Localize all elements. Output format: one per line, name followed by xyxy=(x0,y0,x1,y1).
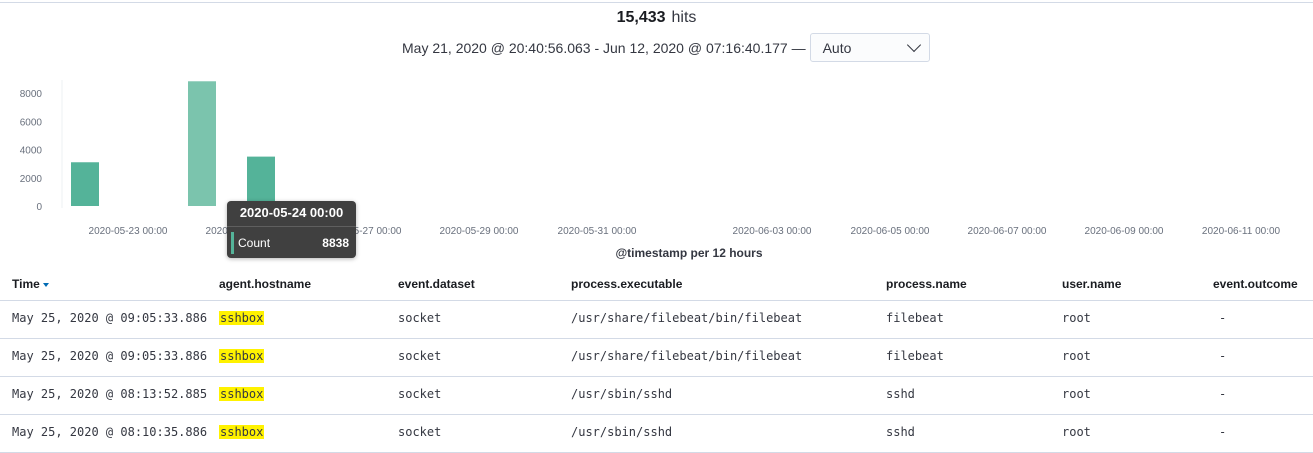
cell-time: May 25, 2020 @ 08:13:52.885 xyxy=(12,387,208,401)
tooltip-divider xyxy=(227,226,356,227)
x-tick-label: 2020-06-11 00:00 xyxy=(1202,226,1281,237)
column-header-user-name[interactable]: user.name xyxy=(1062,277,1121,291)
x-axis-label: @timestamp per 12 hours xyxy=(615,246,762,260)
histogram-bar[interactable] xyxy=(71,162,99,206)
hits-summary: 15,433 hits xyxy=(0,9,1313,27)
x-tick-label: 2020-06-09 00:00 xyxy=(1085,226,1164,237)
cell-outcome: - xyxy=(1219,311,1227,325)
cell-process-name: sshd xyxy=(886,425,915,439)
cell-process-name: filebeat xyxy=(886,349,944,363)
column-header-executable[interactable]: process.executable xyxy=(571,277,682,291)
y-tick-label: 2000 xyxy=(20,174,43,185)
column-header-outcome[interactable]: event.outcome xyxy=(1213,277,1298,291)
cell-user-name: root xyxy=(1062,311,1091,325)
cell-user-name: root xyxy=(1062,349,1091,363)
hits-label: hits xyxy=(671,9,697,26)
table-row[interactable]: May 25, 2020 @ 09:05:33.886 sshbox socke… xyxy=(0,301,1313,339)
histogram-chart[interactable]: 0 2000 4000 6000 8000 2020-05-23 00:00 2020-0… xyxy=(0,70,1313,265)
cell-dataset: socket xyxy=(398,425,442,439)
cell-dataset: socket xyxy=(398,387,442,401)
tooltip-label: Count xyxy=(238,236,271,250)
cell-executable: /usr/sbin/sshd xyxy=(571,425,673,439)
cell-time: May 25, 2020 @ 08:10:35.886 xyxy=(12,425,208,439)
cell-executable: /usr/share/filebeat/bin/filebeat xyxy=(571,349,803,363)
x-tick-label: 2020-06-07 00:00 xyxy=(968,226,1047,237)
sort-descending-icon[interactable] xyxy=(42,282,49,287)
column-header-time[interactable]: Time xyxy=(12,277,49,291)
x-tick-label: 2020-06-05 00:00 xyxy=(851,226,930,237)
table-header: Time agent.hostname event.dataset proces… xyxy=(0,270,1313,301)
documents-table: Time agent.hostname event.dataset proces… xyxy=(0,270,1313,453)
y-tick-label: 4000 xyxy=(20,146,43,157)
time-range-text: May 21, 2020 @ 20:40:56.063 - Jun 12, 20… xyxy=(402,39,806,56)
cell-dataset: socket xyxy=(398,349,442,363)
tooltip-value: 8838 xyxy=(322,236,349,250)
tooltip-series-swatch xyxy=(231,232,234,254)
cell-process-name: filebeat xyxy=(886,311,944,325)
y-tick-label: 0 xyxy=(36,202,42,213)
cell-hostname: sshbox xyxy=(219,425,265,439)
column-header-hostname[interactable]: agent.hostname xyxy=(219,277,311,291)
cell-hostname: sshbox xyxy=(219,349,265,363)
cell-process-name: sshd xyxy=(886,387,915,401)
cell-executable: /usr/sbin/sshd xyxy=(571,387,673,401)
table-row[interactable]: May 25, 2020 @ 08:13:52.885 sshbox socke… xyxy=(0,377,1313,415)
interval-select[interactable]: Auto xyxy=(809,33,930,62)
cell-hostname: sshbox xyxy=(219,311,265,325)
column-header-dataset[interactable]: event.dataset xyxy=(398,277,475,291)
histogram-bar[interactable] xyxy=(247,156,275,206)
histogram-bars[interactable] xyxy=(71,81,275,206)
cell-outcome: - xyxy=(1219,387,1227,401)
y-tick-label: 8000 xyxy=(20,89,43,100)
column-header-process-name[interactable]: process.name xyxy=(886,277,967,291)
cell-dataset: socket xyxy=(398,311,442,325)
cell-user-name: root xyxy=(1062,387,1091,401)
cell-user-name: root xyxy=(1062,425,1091,439)
chart-tooltip: 2020-05-24 00:00 Count 8838 xyxy=(227,201,356,258)
y-axis-ticks: 0 2000 4000 6000 8000 xyxy=(20,89,43,213)
y-tick-label: 6000 xyxy=(20,117,43,128)
cell-hostname: sshbox xyxy=(219,387,265,401)
table-row[interactable]: May 25, 2020 @ 08:10:35.886 sshbox socke… xyxy=(0,415,1313,453)
cell-outcome: - xyxy=(1219,349,1227,363)
x-tick-label: 2020-05-23 00:00 xyxy=(89,226,168,237)
x-tick-label: 2020-05-31 00:00 xyxy=(558,226,637,237)
top-divider xyxy=(0,2,1313,3)
chevron-down-icon xyxy=(906,37,921,53)
time-range-row: May 21, 2020 @ 20:40:56.063 - Jun 12, 20… xyxy=(402,32,930,63)
cell-time: May 25, 2020 @ 09:05:33.886 xyxy=(12,311,208,325)
cell-outcome: - xyxy=(1219,425,1227,439)
table-row[interactable]: May 25, 2020 @ 09:05:33.886 sshbox socke… xyxy=(0,339,1313,377)
hits-count: 15,433 xyxy=(616,9,666,26)
cell-time: May 25, 2020 @ 09:05:33.886 xyxy=(12,349,208,363)
x-tick-label: 2020-06-03 00:00 xyxy=(733,226,812,237)
histogram-bar[interactable] xyxy=(188,81,216,206)
x-tick-label: 2020-05-29 00:00 xyxy=(440,226,519,237)
cell-executable: /usr/share/filebeat/bin/filebeat xyxy=(571,311,803,325)
interval-value: Auto xyxy=(822,39,852,56)
tooltip-title: 2020-05-24 00:00 xyxy=(239,205,344,220)
